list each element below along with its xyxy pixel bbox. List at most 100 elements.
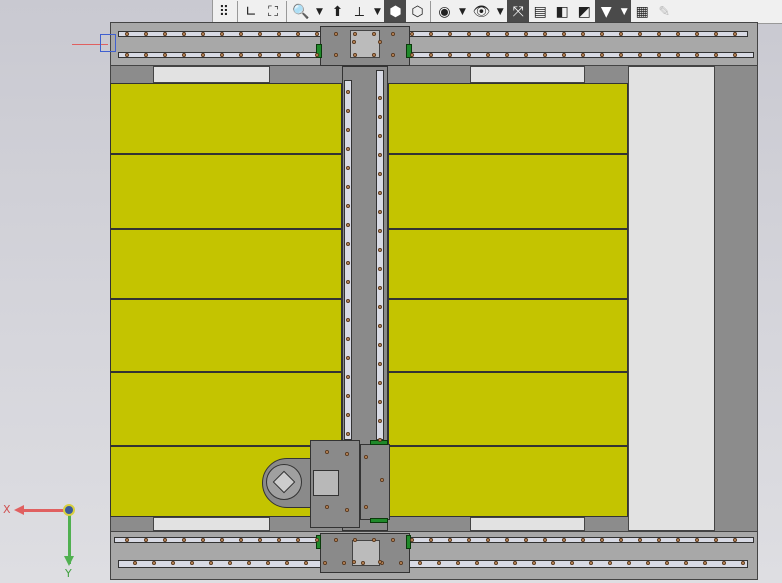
bolt	[410, 53, 414, 57]
bolt	[676, 538, 680, 542]
bolt	[391, 538, 395, 542]
bolt	[581, 32, 585, 36]
y-axis-label: Y	[65, 567, 72, 580]
bolt	[513, 561, 517, 565]
bolt	[353, 53, 357, 57]
frame-gap	[470, 66, 585, 83]
bolt	[346, 185, 350, 189]
bolt	[228, 561, 232, 565]
bolt	[600, 53, 604, 57]
bolt	[714, 53, 718, 57]
top-rail-bar	[118, 31, 748, 37]
bolt	[353, 32, 357, 36]
bolt	[378, 400, 382, 404]
shaded-icon[interactable]: ⬢	[384, 0, 407, 24]
section-view-icon[interactable]: ⤧	[507, 0, 530, 24]
bolt	[619, 32, 623, 36]
bolt	[562, 53, 566, 57]
x-axis-arrow	[20, 509, 66, 512]
bolt	[562, 32, 566, 36]
bolt	[657, 53, 661, 57]
bolt	[378, 343, 382, 347]
eyedropper-icon[interactable]: ✎	[653, 0, 675, 24]
bolt	[627, 561, 631, 565]
bolt	[378, 362, 382, 366]
bolt	[638, 32, 642, 36]
bolt	[334, 53, 338, 57]
bolt	[364, 505, 368, 509]
bolt	[657, 32, 661, 36]
bolt	[247, 561, 251, 565]
bolt	[144, 53, 148, 57]
wireframe-icon[interactable]: ⬡	[406, 0, 428, 24]
appearance-icon[interactable]: ◧	[551, 0, 573, 24]
bolt	[353, 538, 357, 542]
measure-icon[interactable]: ▦	[631, 0, 653, 24]
bolt	[391, 53, 395, 57]
chevron-down-icon[interactable]: ▼	[493, 0, 507, 24]
bolt	[619, 53, 623, 57]
bolt	[361, 561, 365, 565]
chevron-down-icon[interactable]: ▼	[455, 0, 469, 24]
frame-gap	[470, 517, 585, 531]
bolt	[619, 538, 623, 542]
bed-panel-left	[110, 83, 342, 517]
bolt	[220, 53, 224, 57]
bolt	[676, 32, 680, 36]
bolt	[486, 538, 490, 542]
bolt	[505, 32, 509, 36]
bolt	[378, 172, 382, 176]
sketch-icon[interactable]: ∟	[240, 0, 262, 24]
bolt	[346, 204, 350, 208]
bolt	[410, 32, 414, 36]
bolt	[296, 53, 300, 57]
bolt	[346, 166, 350, 170]
bolt	[201, 53, 205, 57]
bolt	[346, 375, 350, 379]
frame-gap	[153, 66, 270, 83]
bolt	[323, 561, 327, 565]
bolt	[266, 561, 270, 565]
bolt	[378, 438, 382, 442]
gantry-rail	[344, 80, 352, 440]
chevron-down-icon[interactable]: ▼	[370, 0, 384, 24]
bolt	[378, 191, 382, 195]
bolt	[676, 53, 680, 57]
hide-show-icon[interactable]: ◉	[433, 0, 455, 24]
bolt	[581, 538, 585, 542]
scene-icon[interactable]: ◩	[573, 0, 595, 24]
bolt	[315, 538, 319, 542]
y-arrowhead-icon	[64, 556, 74, 566]
standard-views-icon[interactable]: ⬆	[326, 0, 348, 24]
bolt	[239, 32, 243, 36]
exploded-view-icon[interactable]: ▤	[529, 0, 551, 24]
bolt	[429, 538, 433, 542]
bolt	[342, 561, 346, 565]
bolt	[352, 40, 356, 44]
bolt	[277, 538, 281, 542]
bolt	[378, 115, 382, 119]
chevron-down-icon[interactable]: ▼	[312, 0, 326, 24]
bolt	[346, 299, 350, 303]
x-arrowhead-icon	[14, 505, 24, 515]
triad-icon[interactable]: ⟂	[348, 0, 370, 24]
zoom-area-icon[interactable]: 🔍	[289, 0, 312, 24]
bolt	[638, 53, 642, 57]
grip-icon[interactable]: ⠿	[213, 0, 235, 24]
bolt	[315, 53, 319, 57]
display-mode-icon[interactable]: 👁	[469, 0, 493, 24]
bolt	[524, 538, 528, 542]
bolt	[378, 419, 382, 423]
view-orientation-icon[interactable]: ⛶	[262, 0, 284, 24]
bolt	[378, 40, 382, 44]
bolt	[646, 561, 650, 565]
chevron-down-icon[interactable]: ▼	[617, 0, 632, 24]
bolt	[505, 53, 509, 57]
bolt	[239, 53, 243, 57]
bolt	[378, 134, 382, 138]
bolt	[695, 538, 699, 542]
bolt	[378, 560, 382, 564]
bolt	[418, 561, 422, 565]
filter-icon[interactable]: ▼	[595, 0, 618, 24]
bolt	[456, 561, 460, 565]
